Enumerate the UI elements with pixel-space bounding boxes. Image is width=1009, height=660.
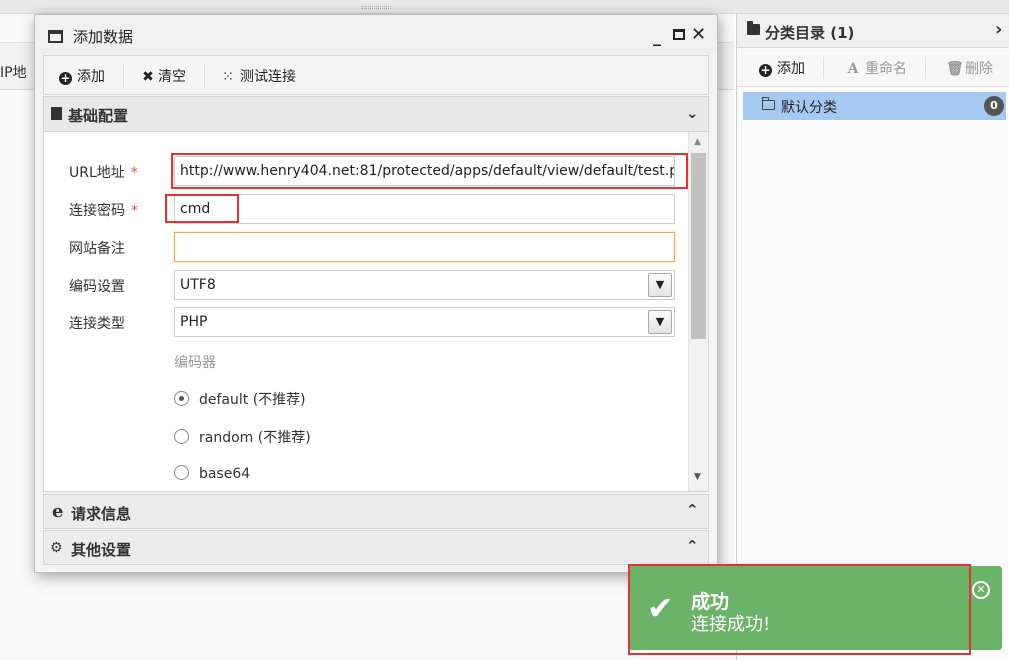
encoder-option-base64[interactable]: base64 [174,465,250,482]
divider [925,57,926,79]
divider [123,63,124,87]
plus-circle-icon: + [59,71,72,85]
encoder-option-random[interactable]: random (不推荐) [174,427,311,447]
test-connection-button[interactable]: ⁙ 测试连接 [221,66,296,86]
trash-icon: 🗑 [946,61,964,77]
divider [823,57,824,79]
note-label: 网站备注 [69,241,125,257]
section-base-config[interactable]: 基础配置 ⌄ [43,96,709,132]
gears-icon: ⚙ [50,540,63,556]
connection-type-select[interactable]: PHP ▼ [174,307,675,337]
section-title: 基础配置 [68,107,129,125]
clear-button[interactable]: ✖ 清空 [141,66,186,86]
category-toolbar: + 添加 A 重命名 🗑删除 [737,49,1009,87]
type-value: PHP [180,314,208,330]
scrollbar[interactable]: ▲ ▼ [688,132,708,491]
url-highlight-box [171,153,688,189]
scroll-down-icon[interactable]: ▼ [694,472,701,482]
close-icon[interactable]: ✕ [972,581,990,599]
resize-grip[interactable] [361,6,391,9]
ip-column-header[interactable]: IP地 [0,62,27,82]
password-label: 连接密码 * [69,203,138,219]
type-label: 连接类型 [69,316,125,332]
category-header: 分类目录 (1) › [737,14,1009,48]
x-icon: ✖ [142,69,154,85]
add-data-dialog: 添加数据 _ ✕ + 添加 ✖ 清空 ⁙ 测试连接 基础配置 ⌄ URL地址 * htt… [34,14,718,573]
scrollbar-thumb[interactable] [691,153,706,339]
encoder-label: 编码器 [174,355,216,371]
plus-circle-icon: + [759,63,772,77]
password-highlight-box [165,194,239,223]
divider [204,63,205,87]
folder-icon [747,21,760,35]
folder-open-icon [762,97,775,110]
chevron-up-icon[interactable]: ⌃ [686,501,699,519]
category-item-default[interactable]: 默认分类 0 [743,92,1006,120]
font-a-icon: A [847,61,859,77]
section-other-settings[interactable]: ⚙ 其他设置 ⌃ [43,530,709,565]
category-title: 分类目录 (1) [765,24,855,42]
ie-icon: e [52,501,64,522]
chevron-down-icon[interactable]: ▼ [648,310,672,334]
category-add-button[interactable]: + 添加 [759,58,805,78]
close-icon[interactable]: ✕ [691,24,706,45]
dialog-title: 添加数据 [73,28,134,46]
password-input[interactable]: cmd [174,194,675,224]
scroll-up-icon[interactable]: ▲ [694,137,701,147]
section-request-info[interactable]: e 请求信息 ⌃ [43,494,709,529]
base-config-body: URL地址 * http://www.henry404.net:81/protec… [43,132,709,492]
dialog-toolbar: + 添加 ✖ 清空 ⁙ 测试连接 [43,55,709,95]
toast-highlight-box [628,564,971,655]
url-label: URL地址 * [69,165,138,181]
encoding-value: UTF8 [180,277,216,293]
minimize-icon[interactable]: _ [653,27,661,46]
note-input[interactable] [174,232,675,262]
chevron-up-icon[interactable]: ⌃ [686,537,699,555]
encoder-option-default[interactable]: default (不推荐) [174,389,306,409]
category-rename-button[interactable]: A 重命名 [846,58,907,78]
category-delete-button[interactable]: 🗑删除 [946,58,993,78]
chevron-down-icon[interactable]: ⌄ [686,104,699,122]
encoding-label: 编码设置 [69,279,125,295]
maximize-icon[interactable] [673,29,685,40]
section-title: 其他设置 [71,541,132,559]
window-icon [48,30,63,43]
chevron-right-icon[interactable]: › [995,19,1002,40]
radio-button[interactable] [174,465,189,480]
category-count-badge: 0 [984,96,1004,116]
radio-button[interactable] [174,391,189,406]
encoding-select[interactable]: UTF8 ▼ [174,270,675,300]
app-top-bar [0,0,1009,14]
dialog-titlebar[interactable]: 添加数据 _ ✕ [35,15,717,55]
chevron-down-icon[interactable]: ▼ [648,273,672,297]
file-icon [51,107,62,120]
radio-button[interactable] [174,429,189,444]
add-button[interactable]: + 添加 [59,66,105,86]
spinner-icon: ⁙ [222,69,234,85]
category-item-label: 默认分类 [781,100,837,116]
section-title: 请求信息 [71,505,132,523]
